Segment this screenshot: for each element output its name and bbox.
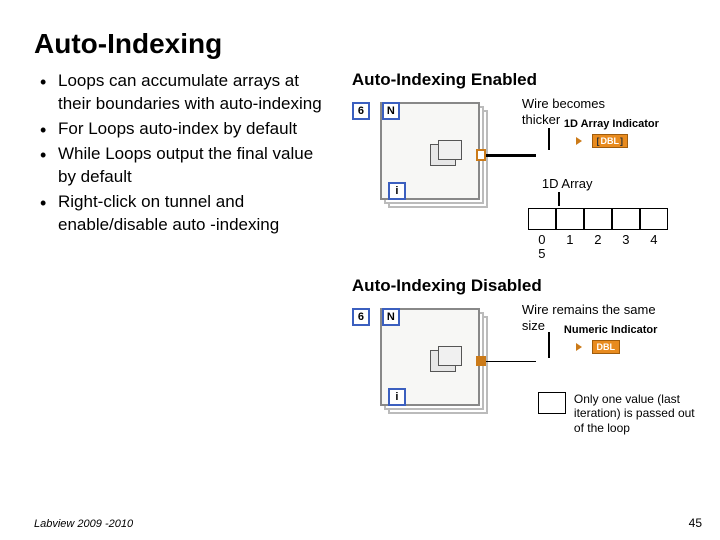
slide-title: Auto-Indexing (34, 28, 686, 60)
random-icon (430, 144, 456, 166)
auto-index-tunnel-disabled (476, 356, 486, 366)
array-indicator-label: 1D Array Indicator (564, 118, 659, 130)
bullet-item: While Loops output the final value by de… (40, 143, 334, 189)
footer-text: Labview 2009 -2010 (34, 518, 133, 530)
indicator-arrow-icon (576, 137, 582, 145)
axis-2: 2 (584, 232, 612, 247)
dbl-tag: DBL (592, 340, 621, 354)
bullet-list: Loops can accumulate arrays at their bou… (34, 70, 334, 540)
array-cells (528, 208, 668, 230)
axis-5: 5 (528, 246, 556, 261)
diagram-area: Auto-Indexing Enabled 6 N i Wire becomes… (352, 70, 686, 540)
single-value-cell (538, 392, 566, 414)
enabled-heading: Auto-Indexing Enabled (352, 70, 686, 90)
bullet-item: Right-click on tunnel and enable/disable… (40, 191, 334, 237)
dbl-array-tag: DBL (592, 134, 629, 148)
axis-4: 4 (640, 232, 668, 247)
bullet-item: For Loops auto-index by default (40, 118, 334, 141)
bullet-item: Loops can accumulate arrays at their bou… (40, 70, 334, 116)
axis-3: 3 (612, 232, 640, 247)
numeric-indicator-label: Numeric Indicator (564, 324, 658, 336)
n-terminal: N (382, 102, 400, 120)
i-terminal: i (388, 182, 406, 200)
axis-0: 0 (528, 232, 556, 247)
random-icon-2 (430, 350, 456, 372)
n-terminal-2: N (382, 308, 400, 326)
axis-1: 1 (556, 232, 584, 247)
array-label: 1D Array (542, 176, 593, 192)
iterations-box-2: 6 (352, 308, 370, 326)
single-value-note: Only one value (last iteration) is passe… (574, 392, 704, 435)
indicator-arrow-icon-2 (576, 343, 582, 351)
disabled-heading: Auto-Indexing Disabled (352, 276, 686, 296)
iterations-box: 6 (352, 102, 370, 120)
i-terminal-2: i (388, 388, 406, 406)
auto-index-tunnel-enabled (476, 149, 486, 161)
page-number: 45 (689, 516, 702, 530)
